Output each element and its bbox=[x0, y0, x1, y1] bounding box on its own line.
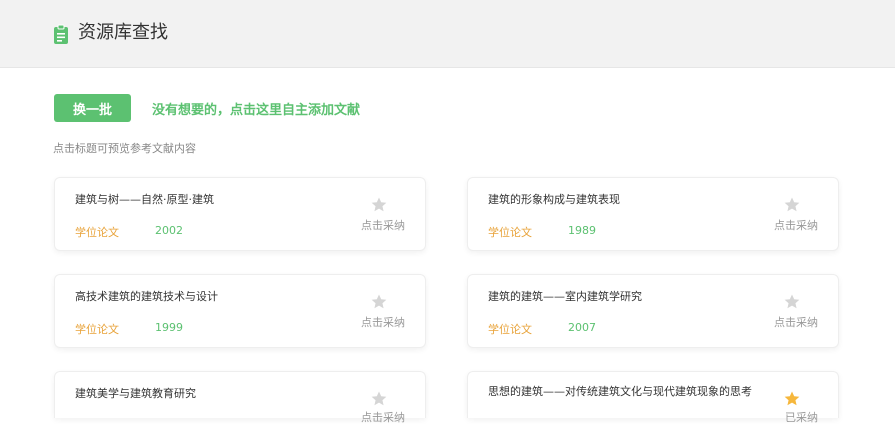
dialog-title: 资源库查找 bbox=[78, 22, 168, 43]
adopted-label[interactable]: 已采纳 bbox=[758, 409, 818, 425]
star-icon[interactable] bbox=[370, 196, 388, 214]
star-icon[interactable] bbox=[370, 293, 388, 311]
reference-card: 思想的建筑——对传统建筑文化与现代建筑现象的思考 已采纳 bbox=[467, 371, 839, 424]
star-icon[interactable] bbox=[783, 390, 801, 408]
reference-title[interactable]: 建筑的形象构成与建筑表现 bbox=[488, 191, 778, 208]
reference-type: 学位论文 bbox=[488, 323, 532, 336]
adopt-button[interactable]: 点击采纳 bbox=[758, 314, 818, 330]
adopt-button[interactable]: 点击采纳 bbox=[345, 409, 405, 425]
reference-type: 学位论文 bbox=[75, 323, 119, 336]
star-icon[interactable] bbox=[783, 293, 801, 311]
reference-card: 建筑的形象构成与建筑表现 学位论文 1989 点击采纳 bbox=[467, 177, 839, 251]
adopt-button[interactable]: 点击采纳 bbox=[758, 217, 818, 233]
refresh-batch-button[interactable]: 换一批 bbox=[54, 94, 131, 122]
star-icon[interactable] bbox=[783, 196, 801, 214]
reference-year: 2007 bbox=[568, 321, 596, 334]
reference-type: 学位论文 bbox=[75, 226, 119, 239]
adopt-button[interactable]: 点击采纳 bbox=[345, 217, 405, 233]
reference-card: 高技术建筑的建筑技术与设计 学位论文 1999 点击采纳 bbox=[54, 274, 426, 348]
reference-type: 学位论文 bbox=[488, 226, 532, 239]
reference-card: 建筑与树——自然·原型·建筑 学位论文 2002 点击采纳 bbox=[54, 177, 426, 251]
preview-hint: 点击标题可预览参考文献内容 bbox=[53, 142, 196, 155]
reference-title[interactable]: 思想的建筑——对传统建筑文化与现代建筑现象的思考 bbox=[488, 383, 768, 400]
dialog-header: 资源库查找 bbox=[0, 0, 895, 68]
reference-card: 建筑美学与建筑教育研究 点击采纳 bbox=[54, 371, 426, 424]
reference-title[interactable]: 建筑与树——自然·原型·建筑 bbox=[75, 191, 365, 208]
reference-year: 1999 bbox=[155, 321, 183, 334]
reference-card: 建筑的建筑——室内建筑学研究 学位论文 2007 点击采纳 bbox=[467, 274, 839, 348]
reference-year: 1989 bbox=[568, 224, 596, 237]
reference-title[interactable]: 建筑美学与建筑教育研究 bbox=[75, 385, 365, 402]
add-reference-link[interactable]: 没有想要的，点击这里自主添加文献 bbox=[152, 99, 360, 118]
adopt-button[interactable]: 点击采纳 bbox=[345, 314, 405, 330]
reference-title[interactable]: 高技术建筑的建筑技术与设计 bbox=[75, 288, 365, 305]
reference-year: 2002 bbox=[155, 224, 183, 237]
clipboard-icon bbox=[54, 24, 68, 44]
star-icon[interactable] bbox=[370, 390, 388, 408]
reference-title[interactable]: 建筑的建筑——室内建筑学研究 bbox=[488, 288, 778, 305]
